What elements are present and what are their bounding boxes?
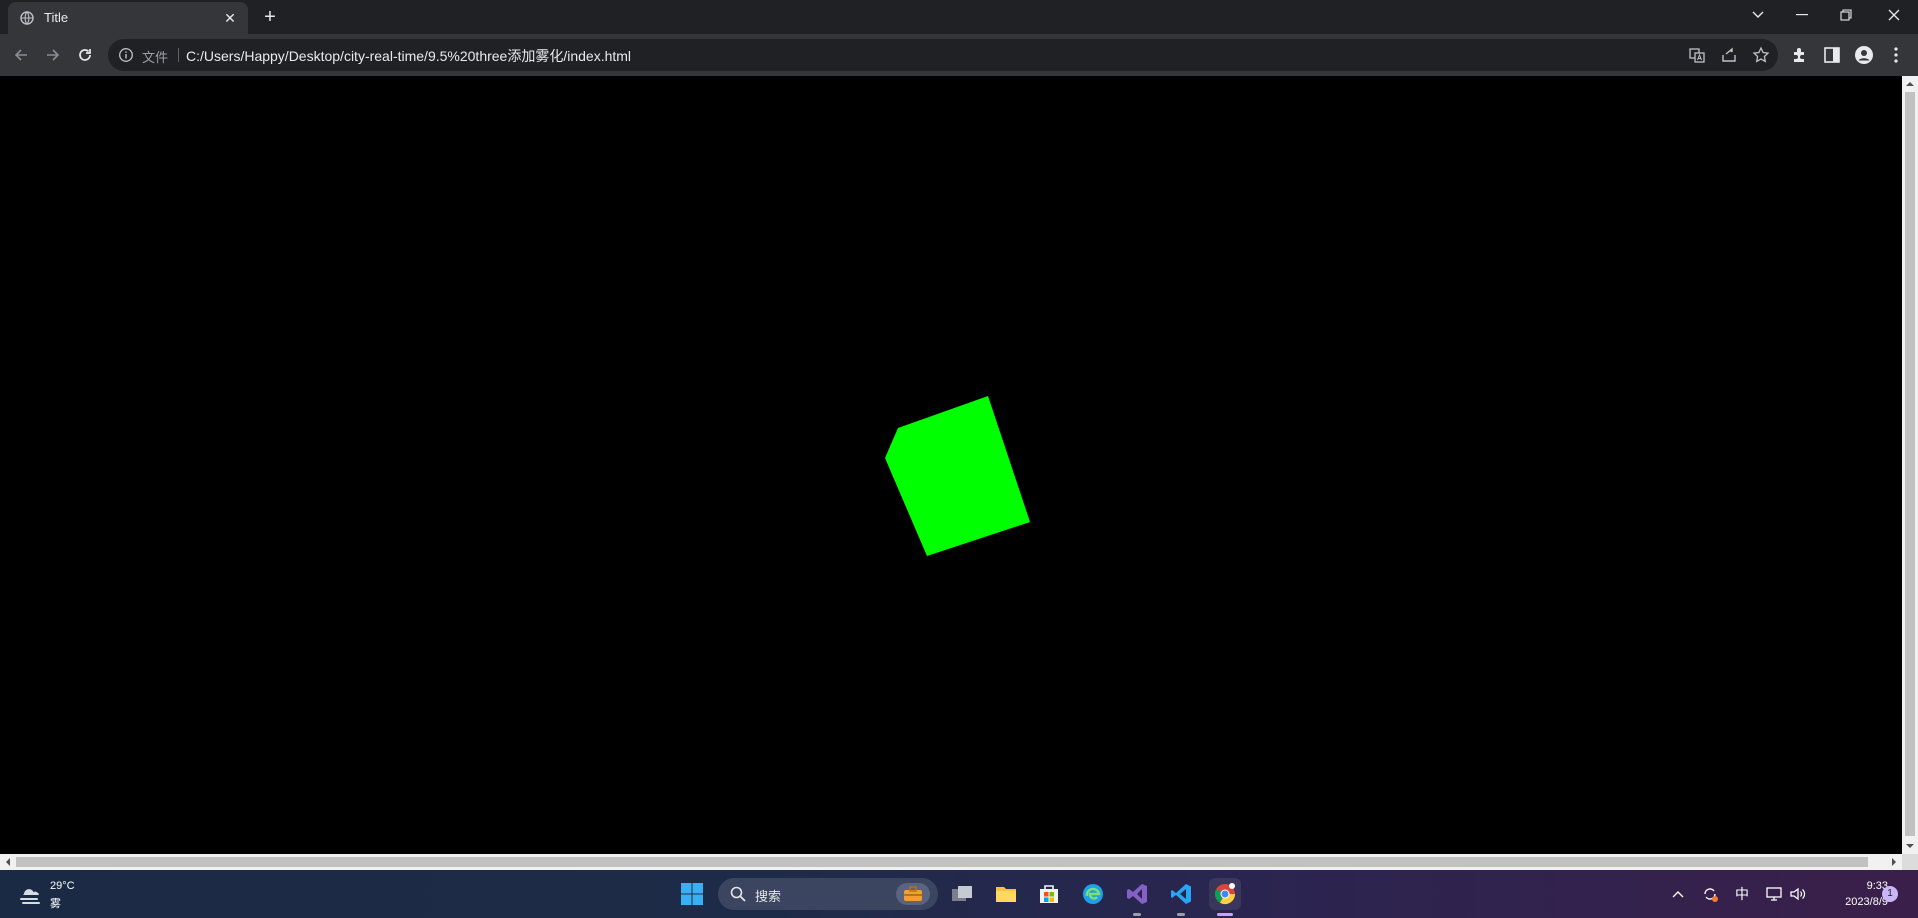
folder-icon (996, 887, 1016, 902)
volume-button[interactable] (1788, 884, 1808, 904)
network-button[interactable] (1764, 884, 1784, 904)
chrome-button[interactable] (1209, 878, 1241, 910)
back-button[interactable] (7, 41, 35, 69)
task-view-button[interactable] (946, 878, 978, 910)
reload-button[interactable] (71, 41, 99, 69)
network-icon (1766, 887, 1782, 901)
chevron-down-icon (1752, 11, 1764, 18)
tab-title-label: Title (44, 10, 69, 25)
browser-chrome: Title ✕ + 文件 C:/Users/Happy/Desktop/city… (0, 0, 1918, 76)
store-button[interactable] (1033, 878, 1065, 910)
scroll-right-icon[interactable] (1886, 854, 1902, 870)
tab-search-button[interactable] (1736, 0, 1780, 30)
running-indicator (1177, 913, 1185, 916)
webgl-canvas[interactable] (0, 76, 1902, 854)
show-hidden-icons-button[interactable] (1668, 884, 1688, 904)
start-button[interactable] (676, 878, 708, 910)
notification-badge[interactable]: 1 (1882, 886, 1898, 902)
task-view-icon (952, 886, 972, 901)
profile-icon[interactable] (1854, 45, 1874, 65)
running-indicator (1133, 913, 1141, 916)
arrow-left-icon (14, 49, 27, 61)
briefcase-icon (904, 886, 922, 901)
visual-studio-icon (1127, 884, 1147, 904)
kebab-menu-icon[interactable] (1886, 45, 1906, 65)
star-icon[interactable] (1752, 46, 1770, 64)
store-icon (1040, 885, 1058, 903)
tab-strip: Title ✕ + (0, 0, 1918, 34)
clock-time[interactable]: 9:33 (1832, 880, 1888, 892)
active-app-indicator (1217, 913, 1233, 916)
forward-button[interactable] (39, 41, 67, 69)
search-highlight-badge (896, 883, 930, 905)
vertical-scrollbar[interactable] (1902, 76, 1918, 854)
vscode-icon (1171, 884, 1191, 904)
side-panel-icon[interactable] (1822, 45, 1842, 65)
globe-icon (20, 11, 34, 25)
vertical-scroll-thumb[interactable] (1905, 92, 1915, 836)
horizontal-scrollbar[interactable] (0, 854, 1902, 870)
new-tab-button[interactable]: + (258, 5, 282, 29)
scrollbar-corner (1902, 854, 1918, 870)
restore-button[interactable] (1824, 0, 1868, 30)
toolbar: 文件 C:/Users/Happy/Desktop/city-real-time… (0, 34, 1918, 76)
weather-desc: 雾 (50, 898, 61, 910)
reload-icon (79, 49, 91, 61)
share-icon[interactable] (1720, 46, 1738, 64)
restore-icon (1840, 9, 1852, 21)
scroll-up-icon[interactable] (1902, 76, 1918, 92)
taskbar: 29°C 雾 搜索 中 9:33 2023/8/9 1 (0, 870, 1918, 918)
scroll-left-icon[interactable] (0, 854, 16, 870)
green-cube (885, 396, 1030, 556)
close-window-button[interactable] (1872, 0, 1916, 30)
scheme-label: 文件 (142, 50, 169, 65)
sync-icon (1704, 888, 1718, 902)
search-label: 搜索 (755, 889, 782, 904)
vscode-button[interactable] (1165, 878, 1197, 910)
translate-icon[interactable] (1688, 46, 1706, 64)
sync-tray-button[interactable] (1700, 884, 1720, 904)
divider (178, 48, 179, 62)
extensions-icon[interactable] (1790, 45, 1810, 65)
close-icon (1888, 9, 1900, 21)
arrow-right-icon (47, 49, 60, 61)
url-text[interactable]: C:/Users/Happy/Desktop/city-real-time/9.… (186, 46, 631, 66)
file-explorer-button[interactable] (990, 878, 1022, 910)
weather-temp: 29°C (50, 880, 75, 892)
search-icon (730, 886, 746, 902)
chevron-up-icon (1672, 891, 1684, 898)
minimize-icon (1796, 14, 1808, 16)
minimize-button[interactable] (1780, 0, 1824, 30)
taskbar-search[interactable]: 搜索 (718, 878, 938, 910)
info-icon[interactable] (118, 47, 134, 63)
visual-studio-button[interactable] (1121, 878, 1153, 910)
speaker-icon (1790, 887, 1806, 901)
weather-widget[interactable]: 29°C 雾 (18, 878, 88, 912)
scroll-down-icon[interactable] (1902, 838, 1918, 854)
clock-date[interactable]: 2023/8/9 (1818, 896, 1888, 908)
edge-button[interactable] (1077, 878, 1109, 910)
scene-svg (885, 396, 1030, 556)
address-bar[interactable]: 文件 C:/Users/Happy/Desktop/city-real-time… (108, 39, 1778, 71)
chrome-icon (1214, 883, 1236, 905)
horizontal-scroll-thumb[interactable] (16, 857, 1868, 867)
tab-close-icon[interactable]: ✕ (220, 8, 240, 28)
edge-icon (1083, 884, 1103, 904)
ime-indicator[interactable]: 中 (1732, 884, 1752, 904)
tab-title[interactable]: Title ✕ (8, 2, 248, 34)
fog-icon (20, 889, 40, 904)
windows-logo-icon (681, 883, 703, 905)
